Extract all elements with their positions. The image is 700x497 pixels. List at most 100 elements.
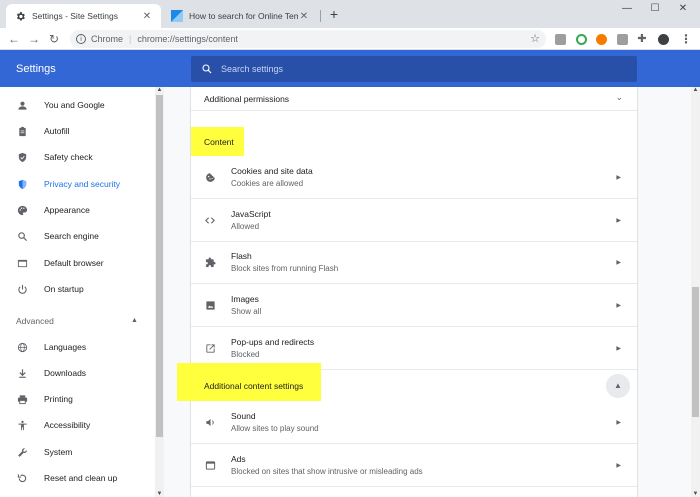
sidebar-item-autofill[interactable]: Autofill (0, 118, 152, 144)
main-scrollbar[interactable]: ▲ ▼ (691, 87, 700, 497)
additional-content-heading[interactable]: Additional content settings (204, 381, 303, 391)
chevron-right-icon: ▶ (616, 217, 621, 224)
bookmark-star-icon[interactable]: ☆ (530, 32, 540, 45)
sidebar-item-you-and-google[interactable]: You and Google (0, 92, 152, 118)
forward-arrow-icon[interactable]: → (26, 31, 42, 47)
row-title: Ads (231, 454, 246, 464)
printer-icon (16, 393, 28, 405)
sidebar-item-label: Safety check (44, 152, 93, 162)
profile-avatar-icon[interactable] (658, 34, 669, 45)
extension-grey-icon[interactable] (617, 34, 628, 45)
code-icon (204, 214, 216, 226)
collapse-arrow-icon[interactable]: ▲ (131, 317, 138, 324)
list-item-ads[interactable]: Ads Blocked on sites that show intrusive … (191, 444, 637, 487)
power-icon (16, 283, 28, 295)
row-title: Sound (231, 411, 256, 421)
maximize-button[interactable]: ☐ (642, 0, 668, 18)
reset-icon (16, 472, 28, 484)
reload-icon[interactable]: ↻ (46, 31, 62, 47)
close-window-button[interactable]: ✕ (670, 0, 696, 18)
sidebar-item-reset-and-clean-up[interactable]: Reset and clean up (0, 465, 152, 491)
list-item-images[interactable]: Images Show all ▶ (191, 284, 637, 327)
sidebar-item-on-startup[interactable]: On startup (0, 276, 152, 302)
sidebar-item-label: Languages (44, 342, 87, 352)
image-icon (204, 299, 216, 311)
search-icon (16, 230, 28, 242)
extension-shield-icon[interactable] (555, 34, 566, 45)
sidebar-item-label: Privacy and security (44, 179, 121, 189)
collapse-section-button[interactable]: ▲ (606, 374, 630, 398)
tab-settings[interactable]: Settings - Site Settings ✕ (6, 4, 161, 28)
scroll-down-arrow-icon[interactable]: ▼ (691, 491, 700, 497)
sidebar-item-safety-check[interactable]: Safety check (0, 144, 152, 170)
list-item-sound[interactable]: Sound Allow sites to play sound ▶ (191, 401, 637, 444)
sidebar-scrollbar[interactable]: ▲ ▼ (155, 87, 164, 497)
row-title: JavaScript (231, 209, 271, 219)
sidebar-item-system[interactable]: System (0, 439, 152, 465)
list-item-flash[interactable]: Flash Block sites from running Flash ▶ (191, 241, 637, 284)
scroll-down-arrow-icon[interactable]: ▼ (155, 491, 164, 497)
tab-how-to-search[interactable]: How to search for Online Templa ✕ (163, 4, 318, 28)
gear-icon (14, 10, 26, 22)
cookie-icon (204, 171, 216, 183)
chevron-right-icon: ▶ (616, 419, 621, 426)
sidebar-item-search-engine[interactable]: Search engine (0, 223, 152, 249)
main-scroll-thumb[interactable] (692, 287, 699, 417)
wrench-icon (16, 446, 28, 458)
sidebar-item-languages[interactable]: Languages (0, 334, 152, 360)
content-heading: Content (204, 137, 234, 147)
scroll-up-arrow-icon[interactable]: ▲ (155, 87, 164, 93)
chevron-down-icon[interactable]: ⌄ (615, 92, 623, 103)
browser-icon (16, 257, 28, 269)
download-icon (16, 367, 28, 379)
menu-kebab-icon[interactable]: ⋮ (678, 31, 694, 47)
omnibox-separator: | (129, 34, 132, 44)
row-subtitle: Blocked on sites that show intrusive or … (231, 467, 423, 476)
row-title: Pop-ups and redirects (231, 337, 315, 347)
sidebar-item-accessibility[interactable]: Accessibility (0, 412, 152, 438)
advanced-section-label[interactable]: Advanced (16, 316, 54, 326)
row-title: Flash (231, 251, 252, 261)
sidebar-item-label: Reset and clean up (44, 473, 118, 483)
tab-strip: Settings - Site Settings ✕ How to search… (0, 0, 700, 28)
search-input[interactable] (221, 64, 601, 74)
scroll-up-arrow-icon[interactable]: ▲ (691, 87, 700, 93)
sidebar-item-downloads[interactable]: Downloads (0, 360, 152, 386)
close-tab-icon[interactable]: ✕ (298, 11, 310, 22)
row-subtitle: Allow sites to play sound (231, 424, 319, 433)
chevron-right-icon: ▶ (616, 345, 621, 352)
tab-title: How to search for Online Templa (189, 11, 298, 21)
chevron-right-icon: ▶ (616, 302, 621, 309)
extension-check-icon[interactable] (576, 34, 587, 45)
search-settings-bar[interactable] (191, 56, 637, 82)
new-tab-button[interactable]: + (326, 6, 342, 22)
chevron-right-icon: ▶ (616, 259, 621, 266)
close-tab-icon[interactable]: ✕ (141, 11, 153, 22)
url-text[interactable]: chrome://settings/content (137, 34, 238, 44)
tab-title: Settings - Site Settings (32, 11, 118, 21)
row-title: Cookies and site data (231, 166, 313, 176)
back-arrow-icon[interactable]: ← (6, 31, 22, 47)
tab-divider (320, 10, 321, 22)
ads-icon (204, 459, 216, 471)
chevron-right-icon: ▶ (616, 174, 621, 181)
shield-icon (16, 178, 28, 190)
sidebar-item-label: Default browser (44, 258, 104, 268)
sidebar-item-privacy-and-security[interactable]: Privacy and security (0, 171, 152, 197)
sidebar-item-default-browser[interactable]: Default browser (0, 250, 152, 276)
sidebar-item-appearance[interactable]: Appearance (0, 197, 152, 223)
sidebar-item-label: On startup (44, 284, 84, 294)
sidebar-item-label: Accessibility (44, 420, 91, 430)
extension-orange-icon[interactable] (596, 34, 607, 45)
additional-permissions-row[interactable]: Additional permissions ⌄ (191, 87, 637, 111)
extensions-puzzle-icon[interactable]: ✚ (634, 31, 650, 47)
globe-icon (16, 341, 28, 353)
list-item-javascript[interactable]: JavaScript Allowed ▶ (191, 199, 637, 242)
sidebar-scroll-thumb[interactable] (156, 95, 163, 437)
sidebar-item-printing[interactable]: Printing (0, 386, 152, 412)
list-item-cookies[interactable]: Cookies and site data Cookies are allowed… (191, 156, 637, 199)
site-info-icon[interactable]: i (76, 34, 86, 44)
address-bar[interactable]: i Chrome | chrome://settings/content ☆ (70, 30, 546, 48)
minimize-button[interactable]: — (614, 0, 640, 18)
person-icon (16, 99, 28, 111)
